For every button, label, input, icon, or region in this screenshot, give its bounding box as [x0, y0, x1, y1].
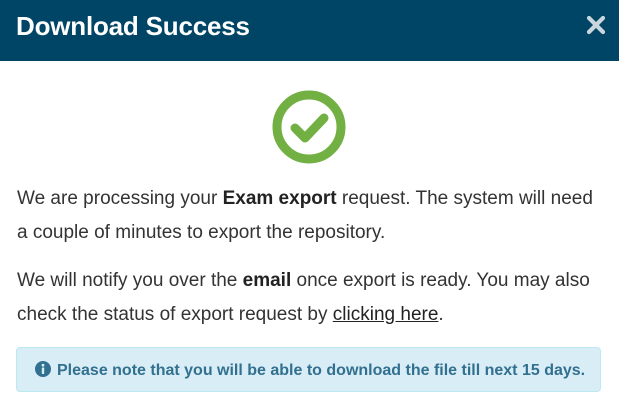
processing-message: We are processing your Exam export reque…: [17, 182, 607, 250]
notice-text: Please note that you will be able to dow…: [57, 362, 586, 379]
export-type: Exam export: [222, 188, 337, 209]
info-circle-icon: [35, 350, 51, 395]
dialog-title: Download Success: [16, 11, 250, 41]
download-success-dialog: Download Success We are processing your …: [0, 0, 619, 407]
message-text: We are processing your: [17, 188, 223, 209]
close-icon[interactable]: [585, 14, 607, 36]
info-notice: Please note that you will be able to dow…: [16, 347, 601, 392]
message-text: .: [438, 304, 444, 325]
notify-channel: email: [242, 270, 292, 291]
message-text: We will notify you over the: [17, 270, 243, 291]
notify-message: We will notify you over the email once e…: [17, 264, 607, 332]
dialog-header: Download Success: [0, 0, 619, 61]
check-status-link[interactable]: clicking here: [333, 304, 439, 325]
check-circle-icon: [272, 90, 346, 164]
